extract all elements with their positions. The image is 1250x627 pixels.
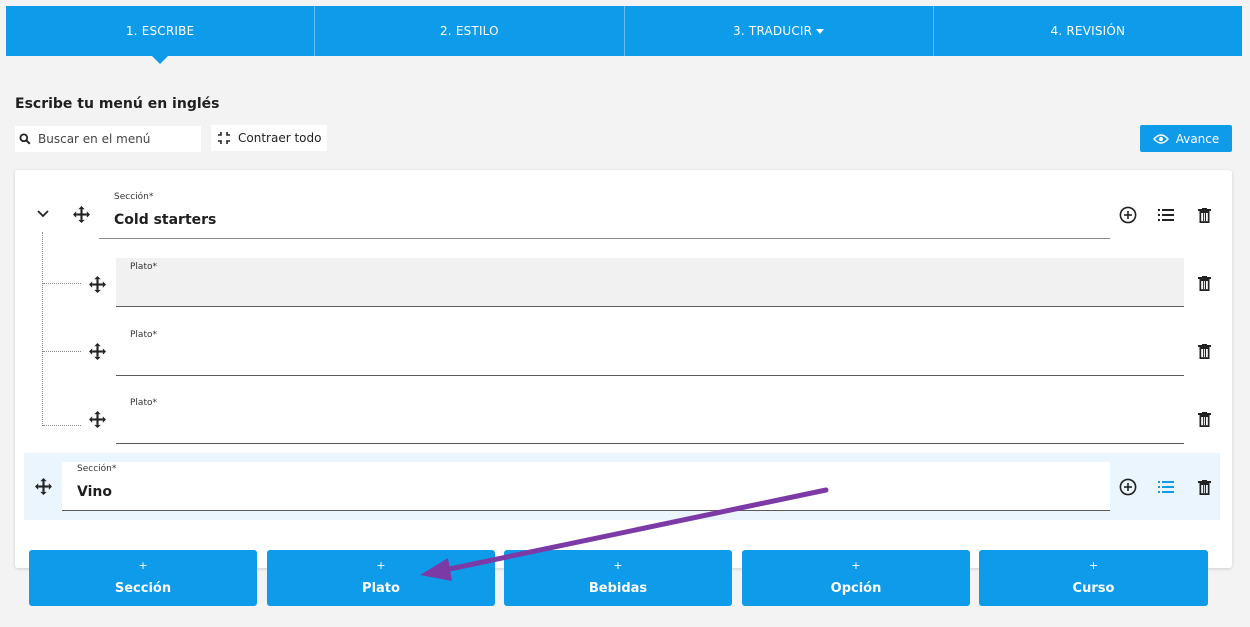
preview-button[interactable]: Avance xyxy=(1140,125,1232,152)
section-field-label: Sección* xyxy=(114,192,154,202)
dish-name-input[interactable]: Plato* xyxy=(116,258,1184,307)
step-tabs: 1. ESCRIBE 2. ESTILO 3. TRADUCIR 4. REVI… xyxy=(6,6,1242,64)
trash-icon xyxy=(1197,479,1211,495)
chevron-down-icon[interactable] xyxy=(37,210,49,218)
drag-handle-icon[interactable] xyxy=(89,276,106,293)
plus-icon: + xyxy=(851,559,861,572)
add-option-button[interactable]: + Opción xyxy=(742,550,970,606)
drag-handle-icon[interactable] xyxy=(35,478,52,495)
list-button[interactable] xyxy=(1156,205,1176,225)
preview-label: Avance xyxy=(1175,131,1220,146)
list-icon xyxy=(1158,481,1174,493)
add-option-label: Opción xyxy=(830,581,882,596)
search-icon xyxy=(19,133,31,145)
drag-handle-icon[interactable] xyxy=(89,411,106,428)
drag-handle-icon[interactable] xyxy=(89,343,106,360)
caret-down-icon xyxy=(816,28,825,34)
tree-connector xyxy=(42,232,43,426)
add-dish-button[interactable]: + Plato xyxy=(267,550,495,606)
section-name-input[interactable]: Sección* Vino xyxy=(62,462,1110,511)
add-course-button[interactable]: + Curso xyxy=(979,550,1208,606)
add-section-label: Sección xyxy=(114,581,172,596)
add-circle-icon xyxy=(1119,478,1137,496)
section-name-input[interactable]: Cold starters xyxy=(114,212,216,228)
add-course-label: Curso xyxy=(1072,581,1115,596)
dish-field-underline xyxy=(116,443,1184,444)
section-name-value: Vino xyxy=(77,484,112,500)
page-heading: Escribe tu menú en inglés xyxy=(15,96,220,112)
plus-icon: + xyxy=(613,559,623,572)
dish-field-label: Plato* xyxy=(130,398,157,408)
dish-name-input[interactable]: Plato* xyxy=(116,326,1184,376)
add-item-button[interactable] xyxy=(1118,477,1138,497)
delete-section-button[interactable] xyxy=(1194,205,1214,225)
dish-field-underline xyxy=(116,375,1184,376)
delete-dish-button[interactable] xyxy=(1194,273,1214,293)
add-item-button[interactable] xyxy=(1118,205,1138,225)
search-box[interactable] xyxy=(15,126,201,152)
search-input[interactable] xyxy=(38,132,188,146)
dish-field-underline xyxy=(116,306,1184,307)
delete-dish-button[interactable] xyxy=(1194,409,1214,429)
section-row-selected: Sección* Vino xyxy=(24,453,1220,520)
tab-style-label: 2. ESTILO xyxy=(439,24,499,38)
dish-field-label: Plato* xyxy=(130,262,157,272)
section-field-underline xyxy=(99,238,1110,239)
tab-translate-label: 3. TRADUCIR xyxy=(733,24,813,38)
delete-dish-button[interactable] xyxy=(1194,341,1214,361)
dish-name-input[interactable]: Plato* xyxy=(116,394,1184,444)
add-section-button[interactable]: + Sección xyxy=(29,550,257,606)
tree-connector xyxy=(43,425,81,426)
delete-section-button[interactable] xyxy=(1194,477,1214,497)
drag-handle-icon[interactable] xyxy=(73,206,90,223)
plus-icon: + xyxy=(138,559,148,572)
add-drinks-button[interactable]: + Bebidas xyxy=(504,550,732,606)
list-button[interactable] xyxy=(1156,477,1176,497)
section-field-underline xyxy=(62,510,1110,511)
eye-icon xyxy=(1152,133,1169,144)
tab-review[interactable]: 4. REVISIÓN xyxy=(934,6,1242,56)
collapse-all-label: Contraer todo xyxy=(238,131,322,145)
dish-field-label: Plato* xyxy=(130,330,157,340)
plus-icon: + xyxy=(1088,559,1099,572)
tab-review-label: 4. REVISIÓN xyxy=(1050,24,1126,38)
plus-icon: + xyxy=(376,559,386,572)
tab-translate[interactable]: 3. TRADUCIR xyxy=(625,6,934,56)
tab-style[interactable]: 2. ESTILO xyxy=(315,6,625,56)
trash-icon xyxy=(1197,207,1211,223)
trash-icon xyxy=(1197,275,1211,291)
add-dish-label: Plato xyxy=(362,581,400,596)
section-field-label: Sección* xyxy=(77,464,117,474)
add-drinks-label: Bebidas xyxy=(588,581,648,596)
tree-connector xyxy=(43,283,81,284)
list-icon xyxy=(1158,209,1174,221)
collapse-all-button[interactable]: Contraer todo xyxy=(211,125,328,151)
tab-write[interactable]: 1. ESCRIBE xyxy=(6,6,316,64)
add-circle-icon xyxy=(1119,206,1137,224)
trash-icon xyxy=(1197,411,1211,427)
trash-icon xyxy=(1197,343,1211,359)
tab-write-label: 1. ESCRIBE xyxy=(125,24,195,38)
collapse-icon xyxy=(218,132,230,144)
tree-connector xyxy=(43,351,81,352)
